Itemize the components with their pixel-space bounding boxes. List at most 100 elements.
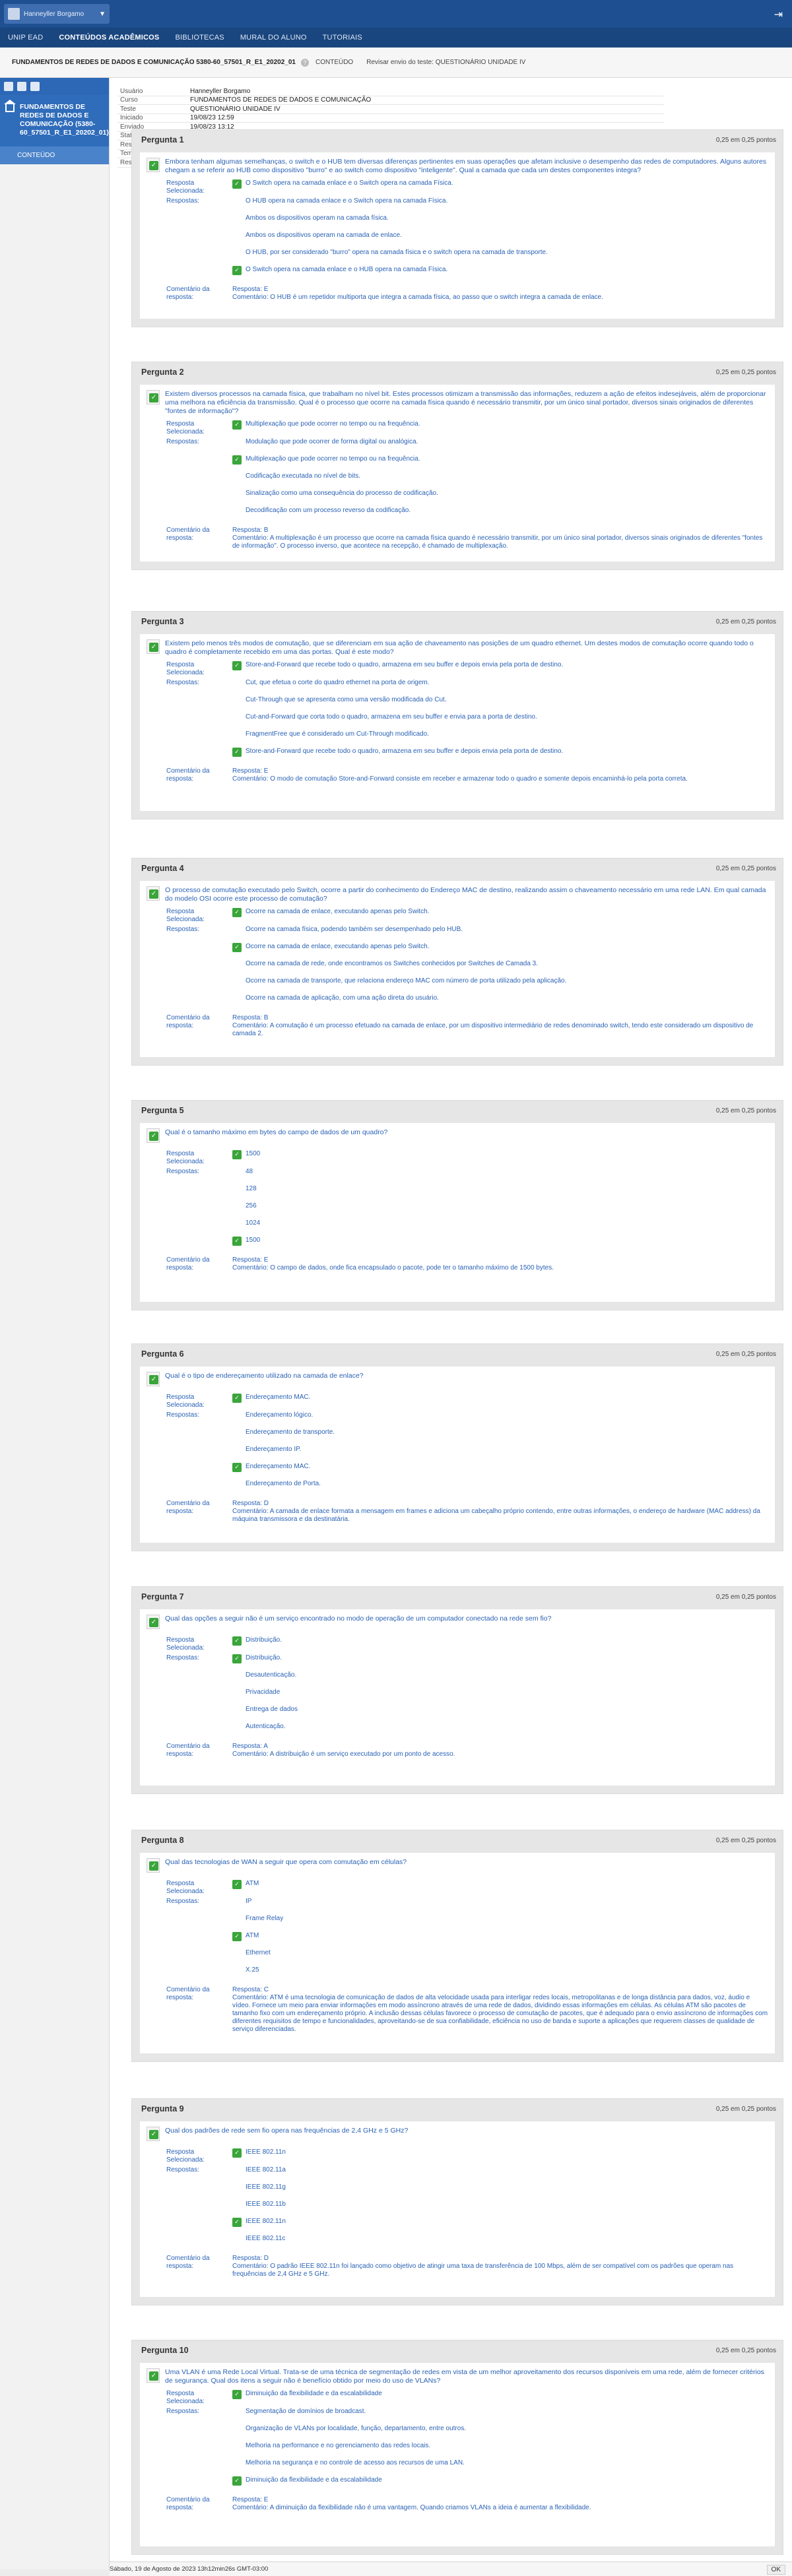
menu-icon[interactable] <box>17 82 26 91</box>
comment-label: Comentário da resposta: <box>166 767 210 783</box>
logout-icon[interactable]: ⇥ <box>774 8 783 21</box>
answer-grid: Resposta Selecionada: ✓ Ocorre na camada d… <box>147 906 768 1038</box>
breadcrumb-course[interactable]: FUNDAMENTOS DE REDES DE DADOS E COMUNICA… <box>12 59 296 66</box>
check-icon: ✓ <box>232 661 242 670</box>
answer-option-text: Endereçamento IP. <box>246 1446 302 1453</box>
answer-option: Sinalização como uma consequência do pro… <box>232 488 768 505</box>
sidebar-item-conteudo[interactable]: CONTEÚDO <box>0 146 109 164</box>
help-icon[interactable]: ? <box>300 58 309 67</box>
answers-label <box>147 264 232 281</box>
answer-option: ✓ ATM <box>232 1930 768 1947</box>
nav-bibliotecas[interactable]: BIBLIOTECAS <box>167 34 232 42</box>
answer-option-text: Diminuição da flexibilidade e da escalab… <box>246 2476 382 2484</box>
answer-option-text: Segmentação de domínios de broadcast. <box>246 2408 366 2415</box>
answer-option-text: Melhoria na segurança e no controle de a… <box>246 2459 465 2466</box>
blank-icon <box>232 1185 242 1194</box>
answer-comment: Resposta: E Comentário: O campo de dados… <box>232 1256 554 1272</box>
answers-label <box>147 230 232 247</box>
correct-icon <box>147 1615 160 1629</box>
question-card: Pergunta 1 0,25 em 0,25 pontos Embora tenh… <box>131 129 783 327</box>
blank-icon <box>232 977 242 986</box>
question-body: Qual é o tipo de endereçamento utilizado… <box>140 1367 775 1543</box>
answer-option-text: Ocorre na camada de enlace, executando a… <box>246 943 430 950</box>
ok-button[interactable]: OK <box>766 2565 785 2575</box>
question-score: 0,25 em 0,25 pontos <box>715 136 776 144</box>
breadcrumb-section[interactable]: CONTEÚDO <box>315 59 353 66</box>
answer-grid: Resposta Selecionada: ✓ Endereçamento MAC.… <box>147 1392 768 1524</box>
question-score: 0,25 em 0,25 pontos <box>715 368 776 376</box>
selected-answer-text: Diminuição da flexibilidade e da escalab… <box>246 2390 382 2397</box>
blank-icon <box>232 438 242 447</box>
summary-row: Iniciado 19/08/23 12:59 <box>117 114 664 123</box>
answer-option: IEEE 802.11c <box>232 2233 768 2250</box>
check-icon: ✓ <box>232 748 242 757</box>
answers-label <box>147 1687 232 1704</box>
answer-grid: Resposta Selecionada: ✓ Diminuição da flex… <box>147 2388 768 2512</box>
answer-option: Codificação executada no nível de bits. <box>232 470 768 488</box>
answer-option: Melhoria na segurança e no controle de a… <box>232 2457 768 2474</box>
answers-label <box>147 2457 232 2474</box>
avatar <box>8 8 20 20</box>
answer-option-text: 48 <box>246 1168 253 1175</box>
answer-option-text: Distribuição. <box>246 1654 282 1661</box>
answer-option: Organização de VLANs por localidade, fun… <box>232 2423 768 2440</box>
answer-option: X.25 <box>232 1964 768 1981</box>
nav-conteudos-academicos[interactable]: CONTEÚDOS ACADÊMICOS <box>51 34 167 42</box>
blank-icon <box>232 2201 242 2210</box>
user-menu[interactable]: Hanneyller Borgamo ▼ <box>4 4 110 24</box>
chevron-down-icon: ▼ <box>99 10 106 18</box>
question-text-label: Qual das tecnologias de WAN a seguir que… <box>165 1858 407 1866</box>
blank-icon <box>232 490 242 499</box>
answer-grid: Resposta Selecionada: ✓ Distribuição. Respo… <box>147 1634 768 1758</box>
selected-answer: ✓ 1500 <box>232 1148 768 1166</box>
question-text-label: Qual é o tamanho máximo em bytes do camp… <box>165 1128 388 1136</box>
check-icon: ✓ <box>232 908 242 917</box>
question-title: Pergunta 7 <box>141 1592 184 1601</box>
answer-option-text: O Switch opera na camada enlace e o HUB … <box>246 266 448 273</box>
selected-label: Resposta Selecionada: <box>166 420 205 435</box>
selected-answer-text: ATM <box>246 1880 259 1887</box>
blank-icon <box>232 1168 242 1177</box>
correct-icon <box>147 1858 160 1873</box>
selected-label: Resposta Selecionada: <box>166 661 205 676</box>
answer-option-text: Ocorre na camada de aplicação, com uma a… <box>246 994 439 1002</box>
user-name: Hanneyller Borgamo <box>24 10 84 18</box>
question-card: Pergunta 8 0,25 em 0,25 pontos Qual das te… <box>131 1830 783 2062</box>
check-icon: ✓ <box>232 2390 242 2399</box>
selected-answer: ✓ Store-and-Forward que recebe todo o qua… <box>232 659 768 677</box>
selected-label: Resposta Selecionada: <box>166 1880 205 1895</box>
selected-answer-text: Ocorre na camada de enlace, executando a… <box>246 908 430 915</box>
check-icon: ✓ <box>232 455 242 465</box>
answer-option: ✓ Endereçamento MAC. <box>232 1461 768 1478</box>
collapse-icon[interactable] <box>4 82 13 91</box>
check-icon: ✓ <box>232 2476 242 2486</box>
answer-option: Desautenticação. <box>232 1669 768 1687</box>
nav-mural-do-aluno[interactable]: MURAL DO ALUNO <box>232 34 315 42</box>
check-icon: ✓ <box>232 1932 242 1941</box>
answer-option: ✓ Diminuição da flexibilidade e da escala… <box>232 2474 768 2492</box>
answer-option-text: Store-and-Forward que recebe todo o quad… <box>246 748 564 755</box>
answers-label <box>147 505 232 522</box>
answer-option-text: Ethernet <box>246 1949 271 1956</box>
answer-option: Decodificação com um processo reverso da… <box>232 505 768 522</box>
answer-option: Cut-Through que se apresenta como uma ve… <box>232 694 768 711</box>
window-icon[interactable] <box>30 82 40 91</box>
nav-tutoriais[interactable]: TUTORIAIS <box>315 34 370 42</box>
question-body: Uma VLAN é uma Rede Local Virtual. Trata… <box>140 2363 775 2546</box>
blank-icon <box>232 1480 242 1489</box>
blank-icon <box>232 1949 242 1958</box>
check-icon: ✓ <box>232 420 242 430</box>
answer-option-text: Melhoria na performance e no gerenciamen… <box>246 2442 431 2449</box>
blank-icon <box>232 2235 242 2244</box>
question-score: 0,25 em 0,25 pontos <box>715 864 776 872</box>
blank-icon <box>232 214 242 224</box>
answers-label <box>147 1964 232 1981</box>
sidebar-course-title[interactable]: FUNDAMENTOS DE REDES DE DADOS E COMUNICA… <box>0 95 109 146</box>
check-icon: ✓ <box>232 1880 242 1889</box>
nav-unip-ead[interactable]: UNIP EAD <box>0 34 51 42</box>
summary-row: Usuário Hanneyller Borgamo <box>117 87 664 96</box>
answers-label <box>147 958 232 975</box>
question-score: 0,25 em 0,25 pontos <box>715 1107 776 1114</box>
breadcrumb-page: Revisar envio do teste: QUESTIONÁRIO UNI… <box>366 59 526 66</box>
answers-label: Respostas: <box>166 438 200 445</box>
